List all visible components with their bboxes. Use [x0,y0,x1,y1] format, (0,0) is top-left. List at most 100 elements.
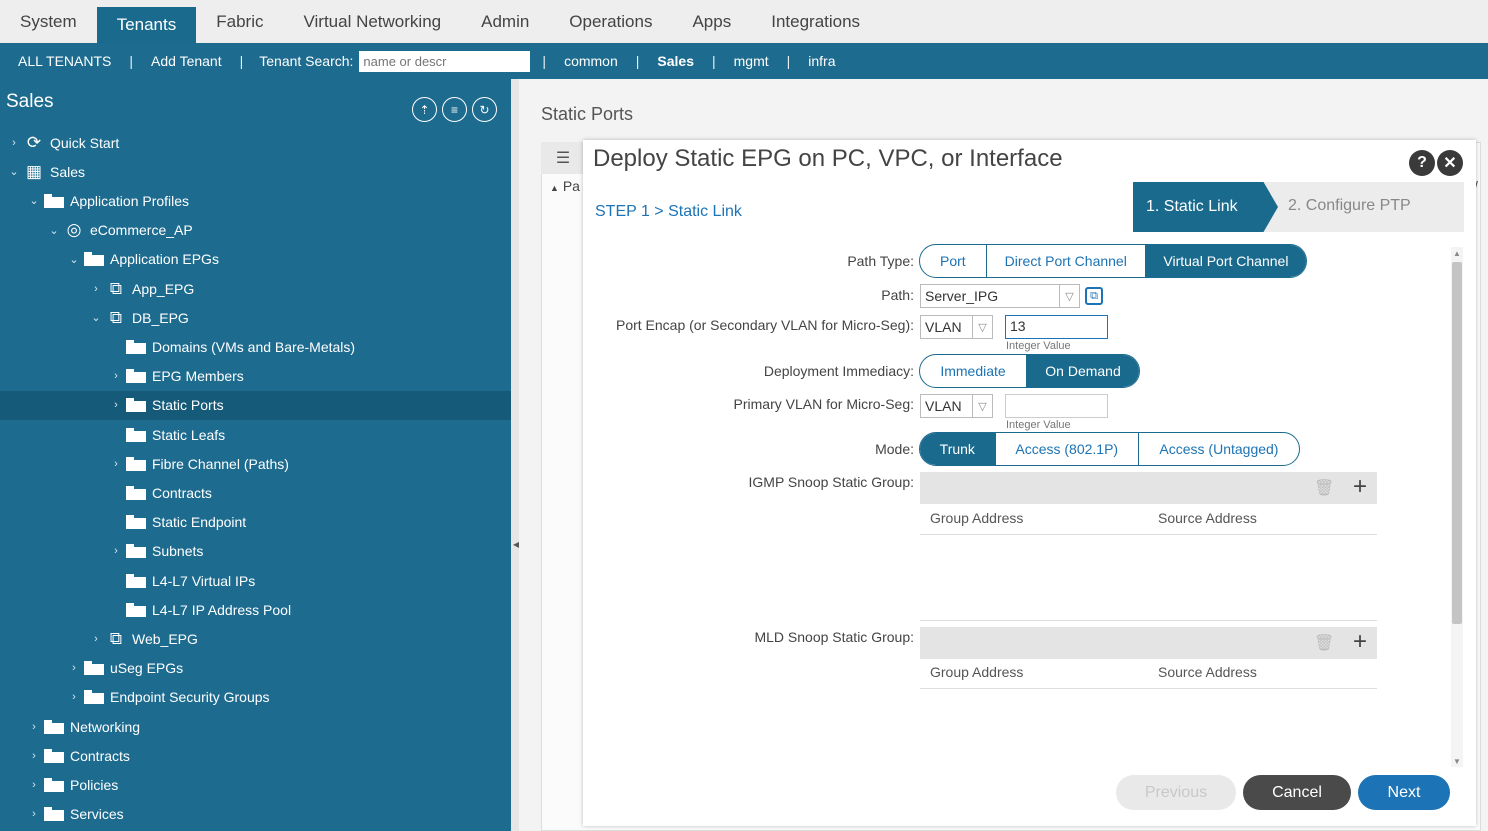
list-toolbar-icon[interactable]: ☰ [541,142,585,174]
tenant-link-mgmt[interactable]: mgmt [716,53,787,69]
tab-system[interactable]: System [0,0,97,43]
igmp-col-group-address[interactable]: Group Address [930,510,1023,526]
panel-splitter[interactable] [511,79,519,831]
chevron-right-icon[interactable]: › [110,458,122,470]
tenant-link-infra[interactable]: infra [790,53,853,69]
chevron-right-icon[interactable]: › [110,399,122,411]
tab-operations[interactable]: Operations [549,0,672,43]
tree-item-static-ports[interactable]: › Static Ports [0,390,511,420]
mode-trunk[interactable]: Trunk [920,433,995,465]
help-button[interactable]: ? [1409,150,1435,176]
chevron-down-icon[interactable]: ⌄ [28,194,40,207]
quick-start-circle-icon[interactable]: ⇡ [412,97,437,122]
tree-item-services[interactable]: › Services [0,800,511,829]
tree-item-db-epg[interactable]: ⌄ ⧉ DB_EPG [0,303,511,332]
add-igmp-group-button[interactable]: + [1353,473,1367,501]
cancel-button[interactable]: Cancel [1243,775,1351,810]
tree-item-application-epgs[interactable]: ⌄ Application EPGs [0,245,511,274]
mld-col-source-address[interactable]: Source Address [1158,664,1257,680]
trash-icon[interactable]: 🗑 [1314,478,1334,498]
tree-item-domains-vms-and-bare-metals[interactable]: Domains (VMs and Bare-Metals) [0,332,511,361]
chevron-down-icon[interactable]: ▽ [1059,285,1079,307]
refresh-icon[interactable]: ↻ [472,97,497,122]
tab-virtual-networking[interactable]: Virtual Networking [283,0,461,43]
chevron-down-icon[interactable]: ⌄ [68,253,80,266]
add-mld-group-button[interactable]: + [1353,628,1367,656]
folder-icon [44,193,64,208]
tab-apps[interactable]: Apps [672,0,751,43]
deployment-immediate[interactable]: Immediate [920,355,1026,387]
previous-button[interactable]: Previous [1116,775,1236,810]
primary-vlan-input[interactable] [1005,394,1108,418]
tab-integrations[interactable]: Integrations [751,0,880,43]
tree-item-epg-members[interactable]: › EPG Members [0,362,511,391]
wizard-step-static-link[interactable]: 1. Static Link [1133,182,1278,232]
chevron-down-icon[interactable]: ⌄ [8,165,20,178]
wizard-step-configure-ptp[interactable]: 2. Configure PTP [1288,197,1411,215]
chevron-down-icon[interactable]: ▽ [972,395,992,417]
tree-item-contracts[interactable]: › Contracts [0,741,511,770]
deployment-immediacy-label: Deployment Immediacy: [763,363,914,379]
chevron-right-icon[interactable]: › [110,370,122,382]
tenant-link-sales[interactable]: Sales [639,53,712,69]
mode-access-untagged[interactable]: Access (Untagged) [1137,433,1299,465]
tree-item-l4-l7-ip-address-pool[interactable]: L4-L7 IP Address Pool [0,595,511,624]
scroll-down-icon[interactable]: ▼ [1453,757,1461,766]
tree-item-subnets[interactable]: › Subnets [0,537,511,566]
chevron-down-icon[interactable]: ⌄ [48,224,60,237]
filter-list-icon[interactable]: ≡ [442,97,467,122]
scrollbar-thumb[interactable] [1452,262,1462,624]
path-type-port[interactable]: Port [920,245,986,277]
mode-access-8021p[interactable]: Access (802.1P) [994,433,1138,465]
tree-item-contracts[interactable]: Contracts [0,478,511,507]
tree-item-static-leafs[interactable]: Static Leafs [0,420,511,449]
tree-item-web-epg[interactable]: › ⧉ Web_EPG [0,624,511,653]
igmp-col-source-address[interactable]: Source Address [1158,510,1257,526]
port-encap-type-select[interactable]: VLAN ▽ [920,315,993,339]
external-link-icon[interactable]: ⧉ [1085,287,1103,305]
tree-item-networking[interactable]: › Networking [0,712,511,741]
tree-item-endpoint-security-groups[interactable]: › Endpoint Security Groups [0,683,511,712]
chevron-right-icon[interactable]: › [110,545,122,557]
chevron-right-icon[interactable]: › [28,808,40,820]
chevron-right-icon[interactable]: › [28,721,40,733]
all-tenants-link[interactable]: ALL TENANTS [0,53,129,69]
tree-item-quick-start[interactable]: › ⟳ Quick Start [0,128,511,157]
tree-item-app-epg[interactable]: › ⧉ App_EPG [0,274,511,303]
tree-item-policies[interactable]: › Policies [0,770,511,799]
tree-item-application-profiles[interactable]: ⌄ Application Profiles [0,186,511,215]
chevron-right-icon[interactable]: › [90,283,102,295]
chevron-right-icon[interactable]: › [28,750,40,762]
tab-fabric[interactable]: Fabric [196,0,283,43]
tenant-link-common[interactable]: common [546,53,636,69]
tenant-search-input[interactable] [359,50,531,72]
chevron-down-icon[interactable]: ⌄ [90,311,102,324]
port-encap-input[interactable]: 13 [1005,315,1108,339]
tree-item-fibre-channel-paths[interactable]: › Fibre Channel (Paths) [0,449,511,478]
chevron-right-icon[interactable]: › [8,137,20,149]
igmp-toolbar [920,472,1377,504]
chevron-right-icon[interactable]: › [68,691,80,703]
mld-col-group-address[interactable]: Group Address [930,664,1023,680]
path-select[interactable]: Server_IPG ▽ [920,284,1080,308]
path-type-virtual-port-channel[interactable]: Virtual Port Channel [1144,245,1306,277]
tree-item-sales[interactable]: ⌄ ▦ Sales [0,157,511,186]
chevron-down-icon[interactable]: ▽ [972,316,992,338]
tree-item-static-endpoint[interactable]: Static Endpoint [0,508,511,537]
path-type-direct-port-channel[interactable]: Direct Port Channel [985,245,1145,277]
tab-admin[interactable]: Admin [461,0,549,43]
chevron-right-icon[interactable]: › [90,633,102,645]
scroll-up-icon[interactable]: ▲ [1453,249,1461,258]
tree-item-ecommerce-ap[interactable]: ⌄ ◎ eCommerce_AP [0,216,511,245]
trash-icon[interactable]: 🗑 [1314,633,1334,653]
close-button[interactable]: ✕ [1437,150,1463,176]
chevron-right-icon[interactable]: › [68,662,80,674]
deployment-on-demand[interactable]: On Demand [1026,355,1139,387]
tree-item-l4-l7-virtual-ips[interactable]: L4-L7 Virtual IPs [0,566,511,595]
tab-tenants[interactable]: Tenants [96,7,197,43]
chevron-right-icon[interactable]: › [28,779,40,791]
next-button[interactable]: Next [1358,775,1450,810]
add-tenant-link[interactable]: Add Tenant [133,53,240,69]
tree-item-useg-epgs[interactable]: › uSeg EPGs [0,654,511,683]
primary-vlan-type-select[interactable]: VLAN ▽ [920,394,993,418]
